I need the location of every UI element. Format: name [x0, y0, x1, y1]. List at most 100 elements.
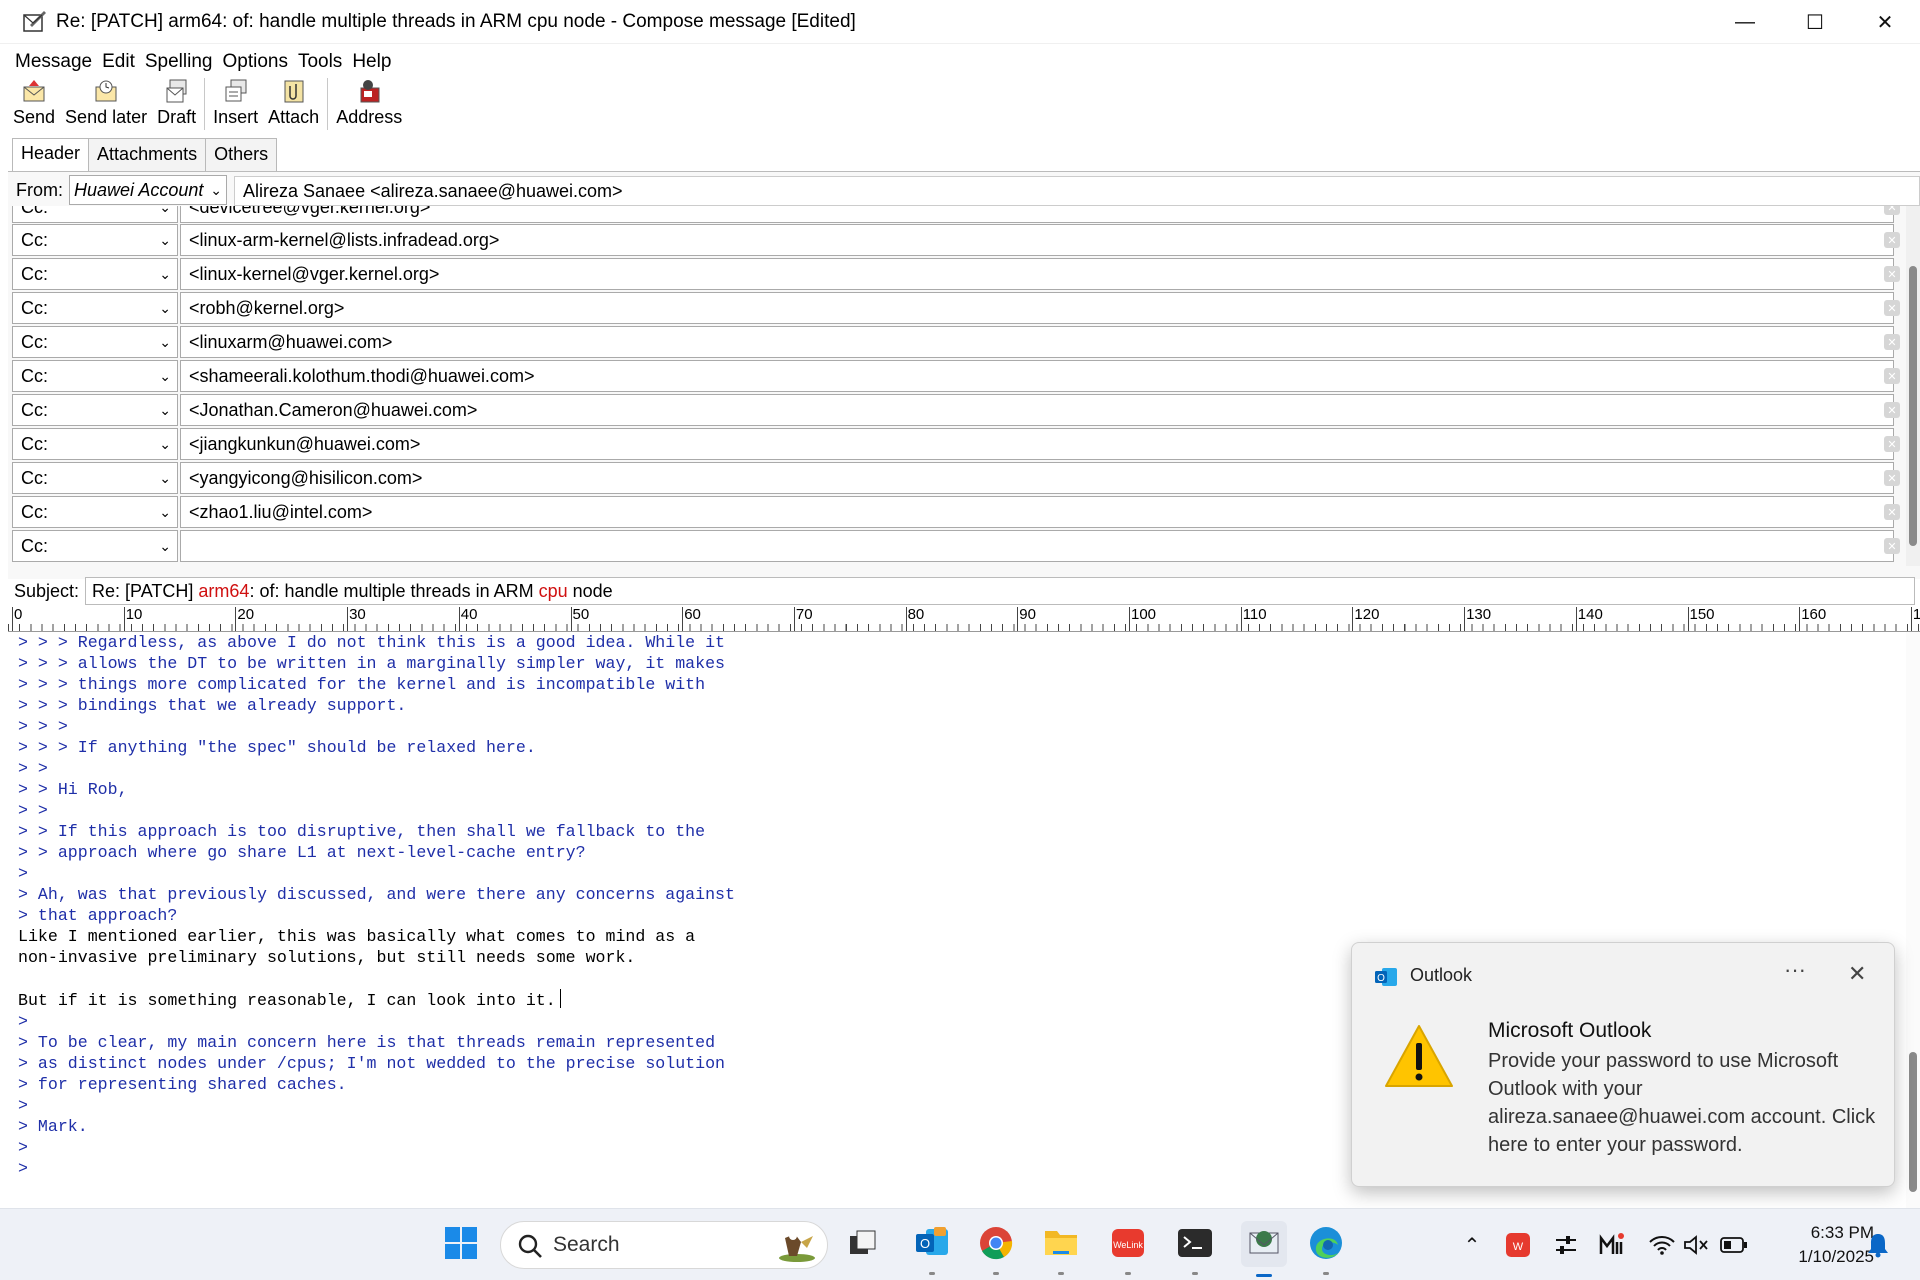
quoted-line: > > > Regardless, as above I do not thin… [18, 633, 726, 652]
recipient-row: Cc: ⌄ <Jonathan.Cameron@huawei.com> ✕ [12, 394, 1904, 426]
subject-field[interactable]: Re: [PATCH] arm64: of: handle multiple t… [85, 577, 1916, 605]
clock-time: 6:33 PM [1810, 1223, 1874, 1242]
recipient-type-select[interactable]: Cc: ⌄ [12, 530, 178, 562]
delete-recipient-icon[interactable]: ✕ [1884, 334, 1900, 350]
delete-recipient-icon[interactable]: ✕ [1884, 470, 1900, 486]
recipient-address-field[interactable]: <jiangkunkun@huawei.com> [180, 428, 1894, 460]
svg-text:W: W [1513, 1241, 1524, 1253]
taskbar-clock[interactable]: 6:33 PM 1/10/2025 [1764, 1221, 1874, 1269]
attach-button[interactable]: Attach [263, 78, 324, 128]
recipient-address-field[interactable]: <zhao1.liu@intel.com> [180, 496, 1894, 528]
clock-date: 1/10/2025 [1798, 1247, 1874, 1266]
tab-header[interactable]: Header [12, 138, 90, 172]
recipient-type-select[interactable]: Cc: ⌄ [12, 360, 178, 392]
recipient-address-field[interactable]: <shameerali.kolothum.thodi@huawei.com> [180, 360, 1894, 392]
quoted-line: > > [18, 801, 48, 820]
recipient-address-field[interactable]: <linux-kernel@vger.kernel.org> [180, 258, 1894, 290]
menu-help[interactable]: Help [352, 51, 391, 73]
chevron-down-icon: ⌄ [159, 469, 171, 486]
battery-icon[interactable] [1720, 1231, 1748, 1259]
close-button[interactable]: ✕ [1850, 0, 1920, 44]
tab-attachments[interactable]: Attachments [88, 138, 207, 172]
recipient-address-field[interactable]: <linux-arm-kernel@lists.infradead.org> [180, 224, 1894, 256]
send-button[interactable]: Send [8, 78, 60, 128]
delete-recipient-icon[interactable]: ✕ [1884, 206, 1900, 215]
delete-recipient-icon[interactable]: ✕ [1884, 402, 1900, 418]
chevron-down-icon: ⌄ [159, 206, 171, 215]
body-scrollbar[interactable] [1906, 632, 1920, 1208]
menu-options[interactable]: Options [222, 51, 287, 73]
notification-body: Provide your password to use Microsoft O… [1488, 1050, 1876, 1156]
chevron-down-icon: ⌄ [159, 367, 171, 384]
delete-recipient-icon[interactable]: ✕ [1884, 300, 1900, 316]
taskbar-chrome[interactable] [976, 1225, 1016, 1275]
maximize-button[interactable]: ☐ [1780, 0, 1850, 44]
draft-button[interactable]: Draft [152, 78, 201, 128]
scrollbar-thumb[interactable] [1909, 1052, 1917, 1192]
taskbar-welink[interactable]: WeLink [1108, 1225, 1148, 1275]
taskbar-file-explorer[interactable] [1041, 1225, 1081, 1275]
search-highlight-icon [771, 1228, 817, 1270]
toolbar: Send Send later Draft Insert Attach Addr… [8, 78, 407, 134]
more-options-icon[interactable]: ··· [1784, 957, 1806, 983]
recipient-type-select[interactable]: Cc: ⌄ [12, 394, 178, 426]
recipient-type-select[interactable]: Cc: ⌄ [12, 496, 178, 528]
from-address-field[interactable]: Alireza Sanaee <alireza.sanaee@huawei.co… [234, 176, 1920, 206]
notifications-bell-icon[interactable] [1864, 1231, 1892, 1259]
delete-recipient-icon[interactable]: ✕ [1884, 266, 1900, 282]
recipient-address-field[interactable] [180, 530, 1894, 562]
taskbar: Search O WeLink ⌃ W 6:33 PM 1/10/2025 [0, 1208, 1920, 1280]
delete-recipient-icon[interactable]: ✕ [1884, 232, 1900, 248]
insert-button[interactable]: Insert [208, 78, 263, 128]
wps-office-icon[interactable]: W [1504, 1231, 1532, 1259]
recipient-address-field[interactable]: <Jonathan.Cameron@huawei.com> [180, 394, 1894, 426]
quoted-line: > > approach where go share L1 at next-l… [18, 843, 586, 862]
recipient-type-select[interactable]: Cc: ⌄ [12, 224, 178, 256]
tab-others[interactable]: Others [205, 138, 278, 172]
recipient-type-select[interactable]: Cc: ⌄ [12, 292, 178, 324]
folder-icon [1043, 1227, 1079, 1264]
taskbar-edge[interactable] [1306, 1225, 1346, 1275]
menu-spelling[interactable]: Spelling [145, 51, 213, 73]
start-button[interactable] [441, 1225, 481, 1265]
notification-app-tray-icon[interactable] [1598, 1231, 1626, 1259]
wifi-icon[interactable] [1648, 1231, 1676, 1259]
menu-tools[interactable]: Tools [298, 51, 342, 73]
outlook-notification[interactable]: O Outlook ··· ✕ Microsoft Outlook Provid… [1351, 942, 1895, 1187]
taskbar-terminal[interactable] [1175, 1225, 1215, 1275]
scrollbar-thumb[interactable] [1909, 266, 1917, 546]
delete-recipient-icon[interactable]: ✕ [1884, 538, 1900, 554]
ruler-label: 90 [1017, 607, 1036, 631]
menu-edit[interactable]: Edit [102, 51, 135, 73]
minimize-button[interactable]: — [1710, 0, 1780, 44]
close-notification-icon[interactable]: ✕ [1848, 961, 1866, 987]
send-later-button[interactable]: Send later [60, 78, 152, 128]
recipient-address-field[interactable]: <robh@kernel.org> [180, 292, 1894, 324]
recipient-type-select[interactable]: Cc: ⌄ [12, 428, 178, 460]
quoted-line: > > > If anything "the spec" should be r… [18, 738, 536, 757]
recipient-type-select[interactable]: Cc: ⌄ [12, 258, 178, 290]
header-scrollbar[interactable] [1906, 206, 1920, 566]
recipient-address-field[interactable]: <yangyicong@hisilicon.com> [180, 462, 1894, 494]
ruler-label: 110 [1240, 607, 1267, 631]
address-button[interactable]: Address [331, 78, 407, 128]
network-settings-sliders-icon[interactable] [1552, 1231, 1580, 1259]
quoted-line: > > > allows the DT to be written in a m… [18, 654, 726, 673]
ruler-label: 130 [1464, 607, 1491, 631]
recipient-address-field[interactable]: <linuxarm@huawei.com> [180, 326, 1894, 358]
taskbar-mail-client[interactable] [1241, 1221, 1287, 1277]
recipient-type-select[interactable]: Cc: ⌄ [12, 462, 178, 494]
show-hidden-icons-chevron-up-icon[interactable]: ⌃ [1458, 1231, 1486, 1259]
taskbar-search[interactable]: Search [500, 1221, 828, 1269]
recipient-address-field[interactable]: <devicetree@vger.kernel.org> [180, 206, 1894, 223]
delete-recipient-icon[interactable]: ✕ [1884, 436, 1900, 452]
volume-muted-icon[interactable] [1682, 1231, 1710, 1259]
taskbar-outlook[interactable]: O [912, 1225, 952, 1275]
recipient-type-select[interactable]: Cc: ⌄ [12, 326, 178, 358]
task-view-button[interactable] [843, 1225, 883, 1265]
menu-message[interactable]: Message [15, 51, 92, 73]
delete-recipient-icon[interactable]: ✕ [1884, 368, 1900, 384]
delete-recipient-icon[interactable]: ✕ [1884, 504, 1900, 520]
recipient-type-select[interactable]: Cc: ⌄ [12, 206, 178, 223]
from-account-select[interactable]: Huawei Account ⌄ [69, 175, 227, 205]
